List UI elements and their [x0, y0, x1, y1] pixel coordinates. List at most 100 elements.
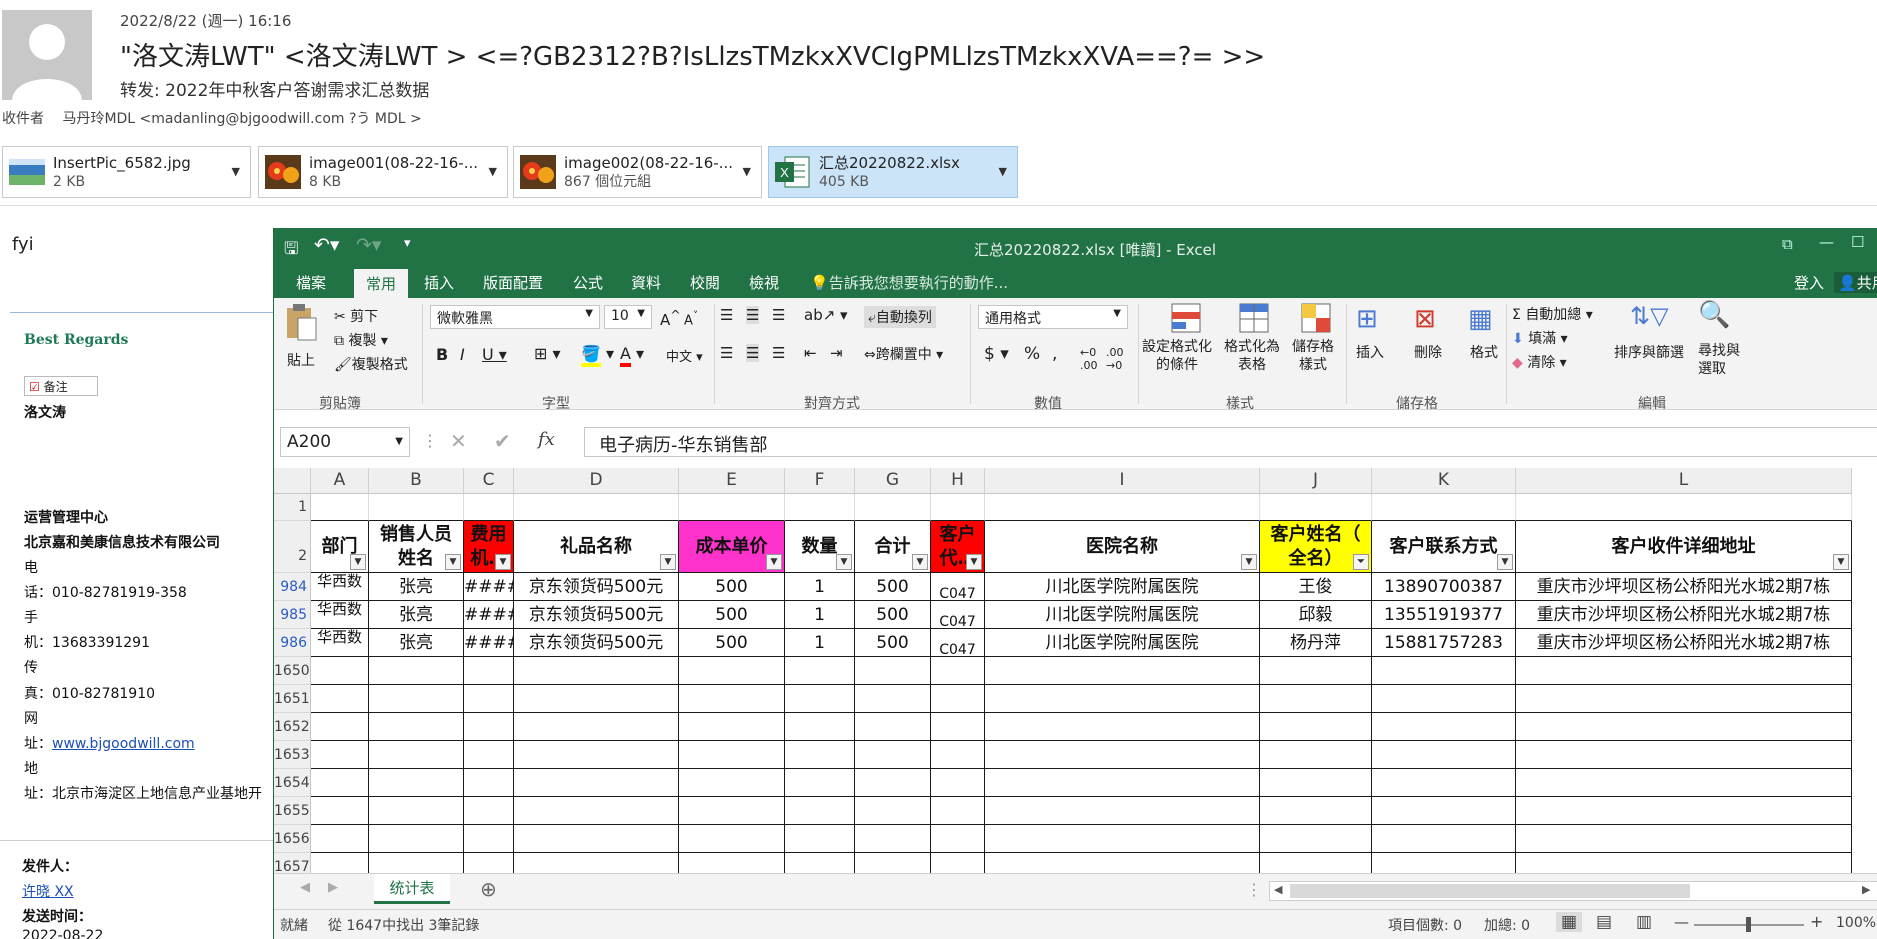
data-cell[interactable]: 张亮	[369, 573, 464, 601]
empty-cell[interactable]	[785, 769, 855, 797]
select-all-corner[interactable]	[274, 468, 311, 494]
horizontal-scrollbar[interactable]: ◀ ▶	[1269, 881, 1877, 901]
empty-cell[interactable]	[931, 685, 985, 713]
empty-cell[interactable]	[514, 797, 679, 825]
data-cell[interactable]: 重庆市沙坪坝区杨公桥阳光水城2期7栋	[1516, 601, 1852, 629]
italic-icon[interactable]: I	[460, 345, 465, 364]
filter-dropdown-icon[interactable]: ▼	[1497, 554, 1513, 570]
empty-cell[interactable]	[1260, 825, 1372, 853]
header-cell[interactable]: 客户收件详细地址 ▼	[1516, 521, 1852, 573]
align-top-icon[interactable]: ☰	[720, 306, 733, 324]
header-cell[interactable]: 医院名称 ▼	[985, 521, 1260, 573]
empty-cell[interactable]	[514, 657, 679, 685]
empty-cell[interactable]	[985, 713, 1260, 741]
tab-view[interactable]: 檢視	[749, 272, 779, 293]
cell[interactable]	[1260, 494, 1372, 521]
empty-cell[interactable]	[931, 657, 985, 685]
empty-cell[interactable]	[679, 769, 785, 797]
next-sheet-icon[interactable]: ▶	[328, 880, 338, 895]
attachment-2[interactable]: image001(08-22-16-... 8 KB ▼	[258, 146, 508, 198]
splitter-handle[interactable]: ⋮	[1246, 880, 1262, 899]
empty-cell[interactable]	[1372, 741, 1516, 769]
empty-cell[interactable]	[369, 685, 464, 713]
data-cell[interactable]: 500	[679, 629, 785, 657]
scroll-thumb[interactable]	[1290, 884, 1690, 898]
clear-button[interactable]: ◆ 清除 ▾	[1512, 352, 1567, 372]
tab-home[interactable]: 常用	[354, 269, 409, 298]
row-header[interactable]: 986	[274, 629, 311, 657]
data-cell[interactable]: 川北医学院附属医院	[985, 601, 1260, 629]
orientation-icon[interactable]: ab↗ ▾	[804, 306, 848, 324]
data-cell[interactable]: 川北医学院附属医院	[985, 629, 1260, 657]
chevron-down-icon[interactable]: ▼	[999, 165, 1007, 178]
filter-dropdown-icon[interactable]: ▼	[966, 554, 982, 570]
empty-cell[interactable]	[1516, 825, 1852, 853]
find-icon[interactable]: 🔍	[1698, 300, 1730, 330]
column-header-k[interactable]: K	[1372, 468, 1516, 494]
empty-cell[interactable]	[464, 741, 514, 769]
empty-cell[interactable]	[369, 769, 464, 797]
filter-dropdown-icon[interactable]: ▼	[350, 554, 366, 570]
filter-dropdown-icon[interactable]: ▼	[660, 554, 676, 570]
minimize-icon[interactable]: —	[1819, 233, 1834, 251]
data-cell[interactable]: C047	[931, 629, 985, 657]
filter-dropdown-icon[interactable]: ▼	[445, 554, 461, 570]
header-cell[interactable]: 客户姓名（ 全名） ⏷	[1260, 521, 1372, 573]
cell[interactable]	[855, 494, 931, 521]
row-header[interactable]: 1653	[274, 741, 311, 769]
filter-dropdown-icon[interactable]: ▼	[912, 554, 928, 570]
header-cell[interactable]: 礼品名称 ▼	[514, 521, 679, 573]
empty-cell[interactable]	[855, 657, 931, 685]
underline-icon[interactable]: U ▾	[482, 345, 507, 364]
empty-cell[interactable]	[1260, 685, 1372, 713]
data-cell[interactable]: 1	[785, 573, 855, 601]
empty-cell[interactable]	[514, 685, 679, 713]
empty-cell[interactable]	[311, 853, 369, 873]
empty-cell[interactable]	[679, 741, 785, 769]
empty-cell[interactable]	[679, 797, 785, 825]
empty-cell[interactable]	[311, 797, 369, 825]
data-cell[interactable]: 张亮	[369, 629, 464, 657]
row-header[interactable]: 984	[274, 573, 311, 601]
filter-dropdown-icon[interactable]: ▼	[495, 554, 511, 570]
format-painter-button[interactable]: 🖌複製格式	[334, 354, 408, 374]
empty-cell[interactable]	[464, 853, 514, 873]
enter-icon[interactable]: ✔	[494, 429, 511, 453]
paste-icon[interactable]	[284, 302, 318, 342]
empty-cell[interactable]	[369, 825, 464, 853]
empty-cell[interactable]	[464, 685, 514, 713]
data-cell[interactable]: ####	[464, 629, 514, 657]
attachment-1[interactable]: InsertPic_6582.jpg 2 KB ▼	[2, 146, 251, 198]
filter-dropdown-icon[interactable]: ▼	[1833, 554, 1849, 570]
data-cell[interactable]: 华西数	[311, 601, 369, 629]
find-select-button[interactable]: 尋找與 選取	[1698, 342, 1740, 378]
increase-decimal-icon[interactable]: ←0.00	[1080, 346, 1098, 372]
empty-cell[interactable]	[1516, 741, 1852, 769]
empty-cell[interactable]	[311, 685, 369, 713]
data-cell[interactable]: 邱毅	[1260, 601, 1372, 629]
prev-sheet-icon[interactable]: ◀	[300, 880, 310, 895]
empty-cell[interactable]	[785, 741, 855, 769]
tab-formulas[interactable]: 公式	[573, 272, 603, 293]
align-center-icon[interactable]: ☰	[746, 344, 760, 362]
column-header-h[interactable]: H	[931, 468, 985, 494]
cell[interactable]	[1516, 494, 1852, 521]
name-box[interactable]: A200 ▼	[280, 427, 410, 457]
empty-cell[interactable]	[679, 685, 785, 713]
row-header[interactable]: 1652	[274, 713, 311, 741]
empty-cell[interactable]	[785, 657, 855, 685]
chevron-down-icon[interactable]: ▼	[743, 165, 751, 178]
filter-dropdown-icon[interactable]: ▼	[1241, 554, 1257, 570]
empty-cell[interactable]	[931, 797, 985, 825]
column-header-e[interactable]: E	[679, 468, 785, 494]
column-header-i[interactable]: I	[985, 468, 1260, 494]
empty-cell[interactable]	[679, 825, 785, 853]
empty-cell[interactable]	[1260, 769, 1372, 797]
header-cell[interactable]: 客户 代… ▼	[931, 521, 985, 573]
scroll-left-icon[interactable]: ◀	[1274, 883, 1282, 896]
cell-style-button[interactable]: 儲存格 樣式	[1292, 338, 1334, 374]
zoom-level[interactable]: 100%	[1836, 915, 1876, 931]
empty-cell[interactable]	[514, 853, 679, 873]
empty-cell[interactable]	[1260, 713, 1372, 741]
filter-active-icon[interactable]: ⏷	[1353, 554, 1369, 570]
